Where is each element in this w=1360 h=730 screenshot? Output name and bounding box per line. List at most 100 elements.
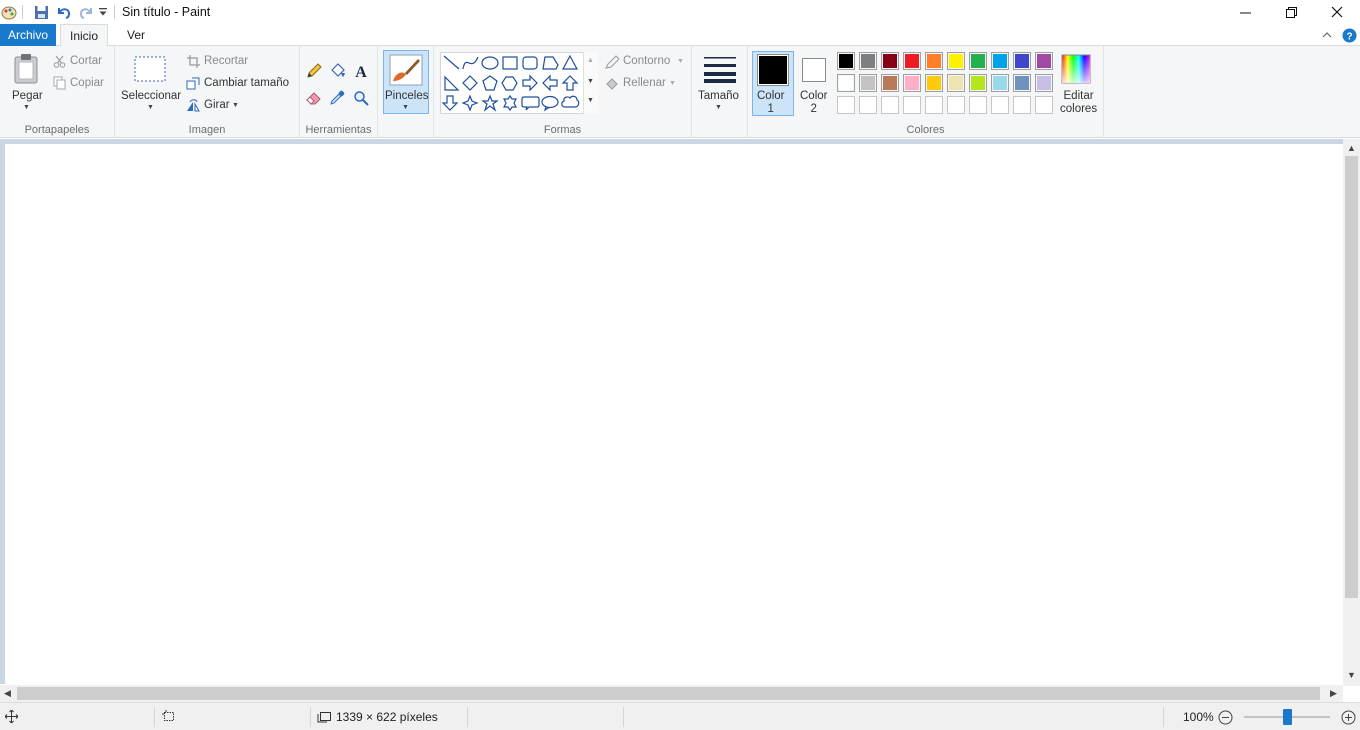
- palette-swatch[interactable]: [881, 74, 899, 92]
- cloud-callout-shape[interactable]: [561, 95, 580, 108]
- redo-icon[interactable]: [77, 3, 95, 21]
- palette-swatch[interactable]: [903, 96, 921, 114]
- minimize-button[interactable]: [1222, 0, 1268, 24]
- size-button[interactable]: Tamaño: [698, 90, 739, 102]
- horizontal-scroll-thumb[interactable]: [17, 687, 1320, 700]
- resize-button[interactable]: Cambiar tamaño: [204, 77, 289, 89]
- help-icon[interactable]: ?: [1341, 27, 1357, 43]
- vertical-scroll-thumb[interactable]: [1345, 156, 1358, 598]
- horizontal-scrollbar[interactable]: ◀ ▶: [0, 685, 1343, 702]
- select-icon[interactable]: [133, 55, 167, 83]
- paste-icon[interactable]: [10, 52, 44, 86]
- fill-button[interactable]: Rellenar: [623, 77, 666, 89]
- shapes-scroll-up-icon[interactable]: ▲: [587, 57, 594, 64]
- zoom-slider[interactable]: [1244, 709, 1330, 725]
- diamond-shape[interactable]: [462, 75, 478, 91]
- right-triangle-shape[interactable]: [444, 75, 460, 91]
- drawing-canvas[interactable]: [5, 144, 1344, 684]
- color2-button[interactable]: [802, 58, 826, 82]
- shapes-gallery-scroll[interactable]: ▲ ▼ ▼: [583, 52, 598, 114]
- line-shape[interactable]: [443, 55, 460, 70]
- paste-dropdown-icon[interactable]: ▼: [23, 104, 30, 111]
- palette-swatch[interactable]: [947, 74, 965, 92]
- zoom-in-button[interactable]: [1340, 709, 1356, 725]
- pencil-icon[interactable]: [304, 61, 324, 81]
- scroll-down-icon[interactable]: ▼: [1347, 670, 1356, 680]
- magnifier-icon[interactable]: [351, 88, 371, 108]
- palette-swatch[interactable]: [1035, 74, 1053, 92]
- palette-swatch[interactable]: [837, 52, 855, 70]
- oval-shape[interactable]: [481, 56, 499, 70]
- pentagon-shape[interactable]: [482, 75, 498, 91]
- palette-swatch[interactable]: [991, 74, 1009, 92]
- palette-swatch[interactable]: [1013, 74, 1031, 92]
- palette-swatch[interactable]: [837, 74, 855, 92]
- palette-swatch[interactable]: [903, 74, 921, 92]
- outline-button[interactable]: Contorno: [623, 55, 670, 67]
- palette-swatch[interactable]: [903, 52, 921, 70]
- palette-swatch[interactable]: [881, 52, 899, 70]
- up-arrow-shape[interactable]: [561, 75, 579, 91]
- five-point-star-shape[interactable]: [481, 94, 499, 112]
- scroll-right-icon[interactable]: ▶: [1330, 688, 1337, 699]
- close-button[interactable]: [1314, 0, 1360, 24]
- oval-callout-shape[interactable]: [541, 95, 559, 112]
- palette-swatch[interactable]: [991, 96, 1009, 114]
- zoom-out-button[interactable]: [1217, 709, 1233, 725]
- palette-swatch[interactable]: [837, 96, 855, 114]
- size-dropdown-icon[interactable]: ▼: [715, 104, 722, 111]
- palette-swatch[interactable]: [969, 52, 987, 70]
- edit-colors-icon[interactable]: [1060, 53, 1092, 85]
- palette-swatch[interactable]: [1035, 52, 1053, 70]
- select-dropdown-icon[interactable]: ▼: [147, 104, 154, 111]
- shapes-scroll-down-icon[interactable]: ▼: [587, 78, 594, 85]
- shapes-expand-icon[interactable]: ▼: [587, 97, 594, 104]
- palette-swatch[interactable]: [947, 52, 965, 70]
- left-arrow-shape[interactable]: [542, 74, 558, 92]
- maximize-button[interactable]: [1268, 0, 1314, 24]
- fill-dropdown-icon[interactable]: ▼: [669, 80, 676, 87]
- zoom-slider-thumb[interactable]: [1283, 709, 1292, 725]
- palette-swatch[interactable]: [859, 52, 877, 70]
- crop-button[interactable]: Recortar: [204, 55, 248, 67]
- select-button[interactable]: Seleccionar: [121, 90, 181, 102]
- palette-swatch[interactable]: [969, 96, 987, 114]
- curve-shape[interactable]: [462, 56, 479, 70]
- palette-swatch[interactable]: [925, 96, 943, 114]
- palette-swatch[interactable]: [1013, 96, 1031, 114]
- four-point-star-shape[interactable]: [461, 94, 479, 112]
- down-arrow-shape[interactable]: [441, 95, 459, 111]
- save-icon[interactable]: [32, 3, 50, 21]
- undo-icon[interactable]: [55, 3, 73, 21]
- scroll-up-icon[interactable]: ▲: [1347, 143, 1356, 153]
- polygon-shape[interactable]: [542, 56, 559, 70]
- palette-swatch[interactable]: [947, 96, 965, 114]
- six-point-star-shape[interactable]: [503, 94, 517, 112]
- hexagon-shape[interactable]: [501, 76, 518, 91]
- text-icon[interactable]: A: [351, 61, 371, 81]
- rounded-rectangle-shape[interactable]: [522, 56, 538, 70]
- right-arrow-shape[interactable]: [522, 74, 538, 92]
- palette-swatch[interactable]: [1013, 52, 1031, 70]
- outline-dropdown-icon[interactable]: ▼: [677, 58, 684, 65]
- vertical-scrollbar[interactable]: ▲ ▼: [1343, 139, 1360, 686]
- palette-swatch[interactable]: [925, 52, 943, 70]
- brushes-dropdown-icon[interactable]: ▼: [402, 104, 409, 111]
- rounded-callout-shape[interactable]: [521, 96, 540, 111]
- palette-swatch[interactable]: [859, 96, 877, 114]
- scroll-left-icon[interactable]: ◀: [4, 688, 11, 699]
- paste-button[interactable]: Pegar: [12, 90, 43, 102]
- rotate-button[interactable]: Girar: [204, 99, 230, 111]
- tab-file[interactable]: Archivo: [0, 24, 56, 46]
- palette-swatch[interactable]: [969, 74, 987, 92]
- palette-swatch[interactable]: [881, 96, 899, 114]
- tab-home[interactable]: Inicio: [60, 24, 109, 47]
- edit-colors-button[interactable]: Editar colores: [1060, 90, 1097, 116]
- copy-button[interactable]: Copiar: [70, 77, 104, 89]
- triangle-shape[interactable]: [561, 54, 579, 70]
- paint-app-icon[interactable]: [0, 3, 18, 21]
- rotate-dropdown-icon[interactable]: ▼: [232, 102, 239, 109]
- collapse-ribbon-icon[interactable]: [1320, 28, 1334, 42]
- fill-bucket-icon[interactable]: [327, 61, 347, 81]
- palette-swatch[interactable]: [925, 74, 943, 92]
